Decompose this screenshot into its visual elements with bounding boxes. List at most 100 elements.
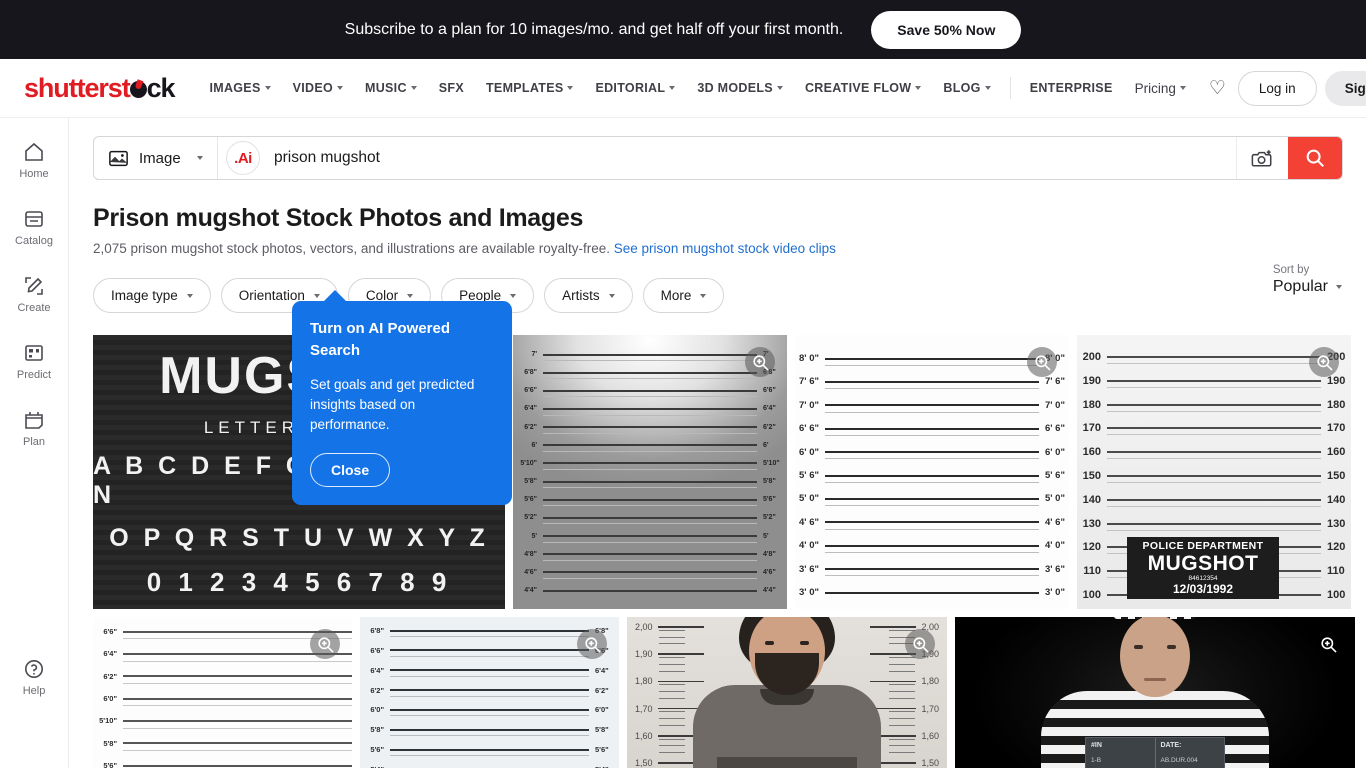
sidebar-item-plan[interactable]: Plan	[0, 408, 68, 448]
person-shirt	[693, 685, 881, 768]
result-card-spotlight-chart[interactable]: 7'7'6'8"6'8"6'6"6'6"6'4"6'4"6'2"6'2"6'6'…	[513, 335, 787, 609]
chart-gridline: 130 130	[1077, 518, 1351, 530]
chart-minor-gridline	[1077, 386, 1351, 388]
filter-image-type[interactable]: Image type	[93, 278, 211, 313]
chart-tick-label: 5'2"	[763, 514, 776, 522]
zoom-preview-button[interactable]	[1313, 629, 1343, 659]
chart-tick-label: 5'8"	[595, 725, 609, 735]
ai-search-toggle[interactable]: .Ai	[226, 141, 260, 175]
chart-major-line	[390, 748, 589, 751]
chart-minor-gridline	[795, 434, 1069, 436]
nav-item-blog[interactable]: BLOG	[932, 75, 1001, 101]
chart-tick-label: 6'6"	[103, 627, 117, 636]
zoom-preview-button[interactable]	[905, 629, 935, 659]
chart-tick-label: 100	[1082, 589, 1101, 601]
video-clips-link[interactable]: See prison mugshot stock video clips	[614, 241, 836, 256]
zoom-preview-button[interactable]	[1309, 347, 1339, 377]
sidebar-item-home[interactable]: Home	[0, 140, 68, 180]
favorites-heart-icon[interactable]: ♡	[1197, 79, 1238, 98]
zoom-preview-button[interactable]	[745, 347, 775, 377]
nav-item-images[interactable]: IMAGES	[198, 75, 281, 101]
shutterstock-logo[interactable]: shutterst ck	[24, 73, 176, 104]
nav-item-video[interactable]: VIDEO	[282, 75, 354, 101]
photo-tick-minor	[889, 725, 915, 726]
nav-item-enterprise[interactable]: ENTERPRISE	[1019, 75, 1124, 101]
photo-tick-minor	[659, 718, 685, 720]
zoom-preview-button[interactable]	[310, 629, 340, 659]
result-card-photo-prisoner[interactable]: #IN 1-B DATE: AB.DUR.004	[955, 617, 1355, 768]
nav-item-sfx[interactable]: SFX	[428, 75, 475, 101]
reverse-image-search-button[interactable]	[1236, 137, 1288, 179]
main-navigation: IMAGES VIDEO MUSIC SFX TEMPLATES EDITORI…	[198, 75, 1196, 102]
filter-label: Orientation	[238, 288, 305, 303]
sign-column-date: DATE: AB.DUR.004	[1154, 738, 1225, 768]
search-submit-button[interactable]	[1288, 137, 1342, 179]
chevron-down-icon	[1179, 86, 1186, 90]
chart-tick-label: 150	[1327, 470, 1346, 482]
nav-item-creative-flow[interactable]: CREATIVE FLOW	[794, 75, 932, 101]
photo-tick-minor	[889, 752, 915, 754]
nav-item-templates[interactable]: TEMPLATES	[475, 75, 584, 101]
tooltip-close-button[interactable]: Close	[310, 453, 391, 488]
zoom-preview-button[interactable]	[1027, 347, 1057, 377]
sidebar-item-catalog[interactable]: Catalog	[0, 207, 68, 247]
chart-major-line	[1107, 356, 1321, 358]
login-button[interactable]: Log in	[1237, 70, 1317, 106]
result-card-chart-row2-b[interactable]: 6'8"6'8"6'6"6'6"6'4"6'4"6'2"6'2"6'0"6'0"…	[360, 617, 619, 768]
photo-tick-minor	[889, 718, 915, 720]
nav-item-3d-models[interactable]: 3D MODELS	[686, 75, 794, 101]
person-figure	[692, 617, 882, 768]
sort-dropdown[interactable]: Popular	[1273, 278, 1342, 296]
filter-bar: Image type Orientation Color People Arti…	[93, 264, 1366, 313]
chart-tick-label: 4'4"	[524, 587, 537, 594]
chart-minor-gridline	[1077, 458, 1351, 460]
chart-gridline: 5'8"	[93, 739, 352, 748]
photo-tick-minor	[889, 745, 915, 747]
chart-major-line	[825, 427, 1039, 430]
chart-major-line	[390, 708, 589, 711]
sidebar-label: Home	[19, 168, 49, 180]
promo-text: Subscribe to a plan for 10 images/mo. an…	[344, 20, 844, 38]
filter-artists[interactable]: Artists	[544, 278, 633, 313]
chart-tick-label: 180	[1082, 398, 1101, 411]
chart-gridline: 6'2" 6'2"	[360, 686, 619, 695]
photo-tick-label: 1,50	[635, 758, 653, 768]
tooltip-title: Turn on AI Powered Search	[310, 320, 451, 359]
result-card-metric-chart[interactable]: 2002001901901801801701701601601501501401…	[1077, 335, 1351, 609]
chart-minor-gridline	[795, 528, 1069, 530]
result-card-imperial-chart[interactable]: 8' 0"8' 0"7' 6"7' 6"7' 0"7' 0"6' 6"6' 6"…	[795, 335, 1069, 609]
sidebar-item-predict[interactable]: Predict	[0, 341, 68, 381]
nav-label: 3D MODELS	[697, 81, 773, 95]
save-50-button[interactable]: Save 50% Now	[871, 10, 1022, 49]
sidebar-label: Catalog	[15, 235, 53, 247]
filter-more[interactable]: More	[642, 278, 725, 313]
result-card-chart-row2-a[interactable]: 6'6" 6'4" 6'2" 6'0" 5'10" 5'8" 5'6"	[93, 617, 352, 768]
chart-minor-gridline	[1077, 410, 1351, 412]
sidebar-label: Help	[22, 685, 46, 697]
chevron-down-icon	[337, 86, 343, 90]
catalog-icon	[25, 211, 43, 227]
chart-tick-label: 6' 6"	[799, 423, 819, 435]
chart-gridline: 4' 0" 4' 0"	[795, 540, 1069, 551]
zoom-preview-button[interactable]	[577, 629, 607, 659]
search-input[interactable]	[260, 137, 1236, 179]
result-card-photo-man[interactable]: 2,001,901,801,701,601,50 2,001,901,801,7…	[627, 617, 947, 768]
photo-tick-minor	[889, 657, 915, 658]
chart-gridline: 4' 6" 4' 6"	[795, 517, 1069, 528]
nav-item-editorial[interactable]: EDITORIAL	[584, 75, 686, 101]
chart-minor-gridline	[93, 682, 352, 684]
chart-gridline: 3' 6" 3' 6"	[795, 564, 1069, 575]
search-type-dropdown[interactable]: Image	[94, 137, 218, 179]
chart-major-line	[825, 568, 1039, 571]
sidebar-item-help[interactable]: Help	[0, 657, 68, 697]
chart-major-line	[543, 589, 757, 592]
sidebar-item-create[interactable]: Create	[0, 274, 68, 314]
chart-minor-gridline	[93, 705, 352, 707]
nav-label: SFX	[438, 81, 464, 95]
nav-item-pricing[interactable]: Pricing	[1124, 75, 1197, 102]
signup-button[interactable]: Sign up	[1324, 70, 1366, 106]
nav-divider	[1009, 77, 1011, 99]
person-shirt-stripe	[717, 757, 857, 768]
chart-major-line	[825, 474, 1039, 477]
nav-item-music[interactable]: MUSIC	[354, 75, 428, 101]
